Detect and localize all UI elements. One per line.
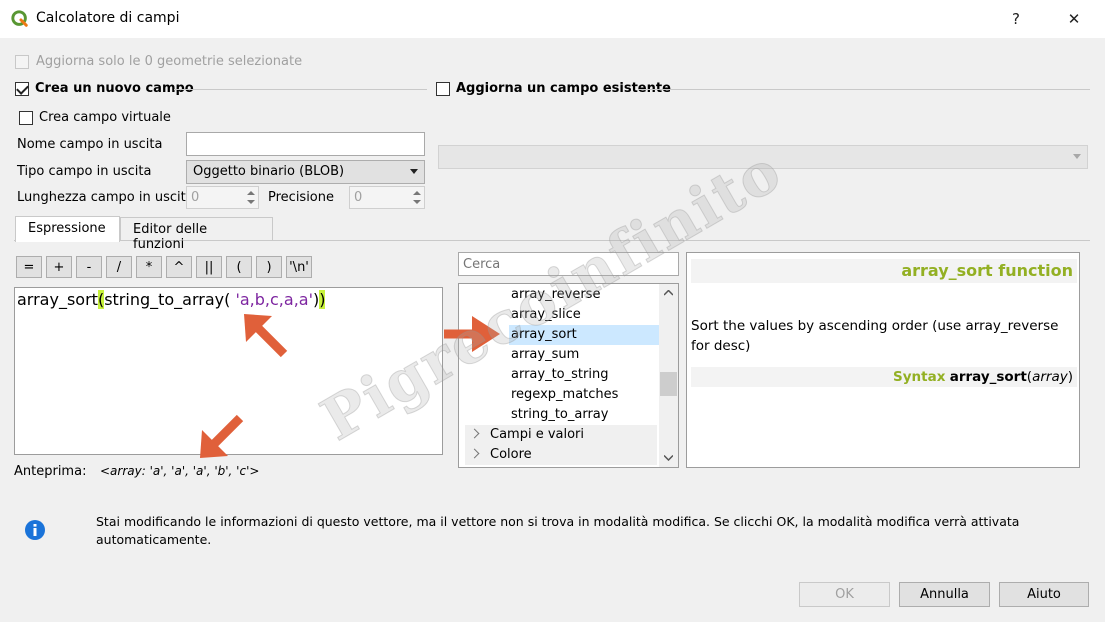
output-length-label: Lunghezza campo in uscita — [17, 190, 194, 205]
operator-open-paren-button[interactable]: ( — [226, 256, 252, 278]
operator-concat-button[interactable]: || — [196, 256, 222, 278]
group-label: Campi e valori — [490, 427, 585, 442]
expr-inner: string_to_array( — [104, 290, 236, 309]
scrollbar-thumb[interactable] — [660, 372, 677, 396]
arrow-annotation-icon — [244, 314, 288, 358]
precision-spinbox[interactable]: 0 — [349, 186, 425, 209]
syntax-label: Syntax — [893, 369, 946, 385]
output-type-value: Oggetto binario (BLOB) — [193, 164, 345, 179]
preview-value: <array: 'a', 'a', 'a', 'b', 'c'> — [100, 464, 260, 478]
list-group-color[interactable]: Colore — [465, 445, 657, 465]
create-new-field-label: Crea un nuovo campo — [35, 81, 194, 96]
help-syntax-row: Syntax array_sort(array) — [691, 367, 1077, 387]
operator-equals-button[interactable]: = — [16, 256, 42, 278]
output-name-label: Nome campo in uscita — [17, 137, 163, 152]
expr-close-paren-highlight: ) — [319, 290, 326, 309]
operator-power-button[interactable]: ^ — [166, 256, 192, 278]
selected-only-label: Aggiorna solo le 0 geometrie selezionate — [36, 54, 303, 69]
tab-expression[interactable]: Espressione — [15, 216, 120, 242]
operator-multiply-button[interactable]: * — [136, 256, 162, 278]
output-length-spinbox[interactable]: 0 — [186, 186, 259, 209]
operator-newline-button[interactable]: '\n' — [286, 256, 312, 278]
operator-close-paren-button[interactable]: ) — [256, 256, 282, 278]
function-list-scrollbar[interactable] — [659, 284, 678, 467]
spin-up-icon — [247, 191, 255, 195]
spin-down-icon — [413, 200, 421, 204]
help-title: array_sort function — [691, 259, 1077, 283]
info-message: Stai modificando le informazioni di ques… — [96, 514, 1020, 547]
spin-down-icon — [247, 200, 255, 204]
spin-up-icon — [413, 191, 421, 195]
close-button[interactable]: ✕ — [1051, 4, 1097, 34]
operator-divide-button[interactable]: / — [106, 256, 132, 278]
precision-value: 0 — [354, 190, 363, 205]
output-name-input[interactable] — [186, 132, 425, 156]
scroll-down-icon[interactable] — [664, 455, 673, 461]
tab-function-editor[interactable]: Editor delle funzioni — [120, 217, 273, 252]
list-item[interactable]: regexp_matches — [511, 385, 618, 405]
list-item[interactable]: string_to_array — [511, 405, 608, 425]
operator-minus-button[interactable]: - — [76, 256, 102, 278]
virtual-field-checkbox[interactable] — [19, 111, 33, 125]
qgis-logo-icon — [11, 10, 28, 27]
expr-string-literal: 'a,b,c,a,a' — [235, 290, 313, 309]
window-title: Calcolatore di campi — [36, 10, 180, 26]
tab-expression-label: Espressione — [28, 221, 106, 236]
operator-plus-button[interactable]: + — [46, 256, 72, 278]
syntax-close: ) — [1067, 369, 1073, 385]
ok-button[interactable]: OK — [799, 582, 890, 607]
selected-only-checkbox[interactable] — [15, 55, 29, 69]
precision-label: Precisione — [268, 190, 335, 205]
list-group-fields-values[interactable]: Campi e valori — [465, 425, 657, 445]
chevron-down-icon — [410, 169, 418, 174]
syntax-arg: array — [1032, 369, 1068, 385]
help-title-button[interactable]: ? — [993, 4, 1039, 34]
info-icon — [25, 520, 45, 540]
chevron-down-icon — [1073, 154, 1081, 159]
tab-function-editor-label: Editor delle funzioni — [133, 222, 208, 252]
help-description: Sort the values by ascending order (use … — [691, 318, 1059, 354]
output-type-select[interactable]: Oggetto binario (BLOB) — [186, 160, 425, 184]
syntax-func: array_sort — [949, 369, 1027, 385]
preview-label: Anteprima: — [14, 464, 87, 479]
arrow-annotation-icon — [200, 414, 244, 458]
expr-func: array_sort — [17, 290, 98, 309]
chevron-right-icon — [469, 448, 480, 459]
chevron-right-icon — [469, 428, 480, 439]
group-label: Colore — [490, 447, 532, 462]
new-field-divider — [174, 89, 427, 90]
create-new-field-checkbox[interactable] — [15, 82, 29, 96]
scroll-up-icon[interactable] — [664, 290, 673, 296]
update-existing-field-checkbox[interactable] — [436, 82, 450, 96]
function-help-panel: array_sort function Sort the values by a… — [686, 252, 1080, 468]
existing-field-divider — [638, 89, 1090, 90]
output-type-label: Tipo campo in uscita — [17, 164, 152, 179]
output-length-value: 0 — [191, 190, 200, 205]
help-button[interactable]: Aiuto — [999, 582, 1089, 607]
cancel-button[interactable]: Annulla — [899, 582, 990, 607]
virtual-field-label: Crea campo virtuale — [39, 110, 171, 125]
list-item[interactable]: array_to_string — [511, 365, 608, 385]
